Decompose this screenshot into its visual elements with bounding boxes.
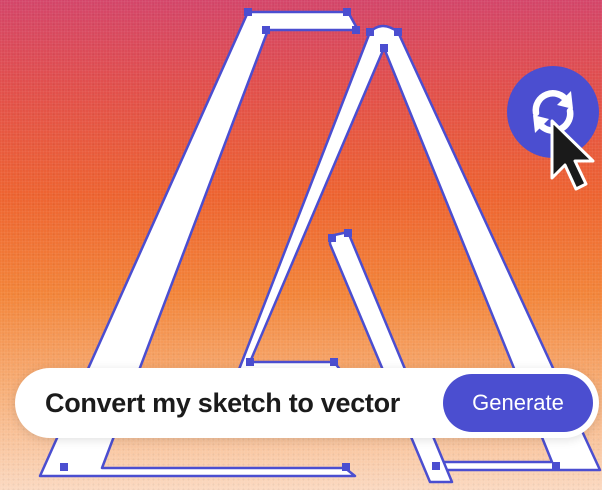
prompt-bar: Convert my sketch to vector Generate (15, 368, 599, 438)
generate-button[interactable]: Generate (443, 374, 593, 432)
mouse-cursor-icon (550, 119, 595, 191)
prompt-input[interactable]: Convert my sketch to vector (45, 388, 443, 419)
sketch-path-inner-stroke (328, 230, 454, 484)
